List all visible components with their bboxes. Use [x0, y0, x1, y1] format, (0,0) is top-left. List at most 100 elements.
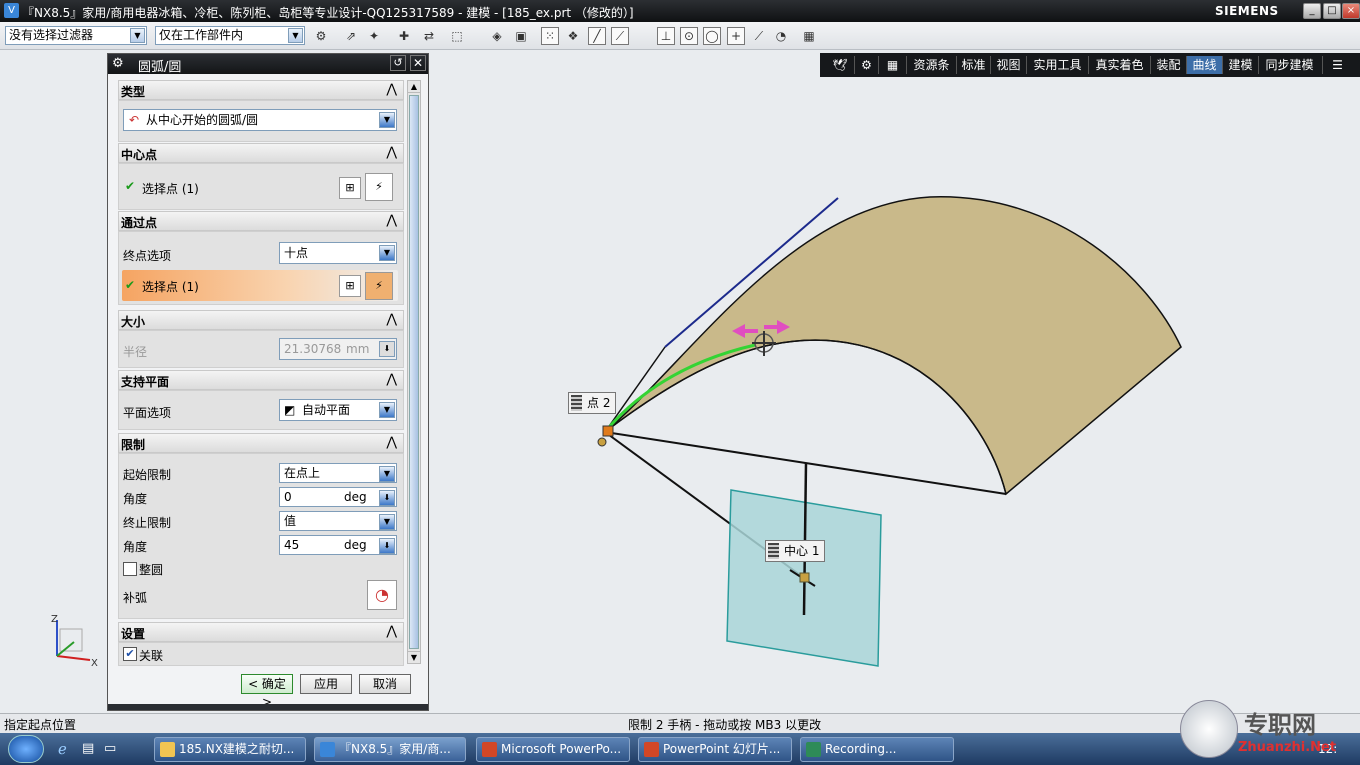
status-bar: 指定起点位置 限制 2 手柄 - 拖动或按 MB3 以更改: [0, 713, 1360, 733]
taskbar-item-powerpoint[interactable]: Microsoft PowerPo...: [476, 737, 630, 762]
full-circle-checkbox[interactable]: [123, 562, 137, 576]
apply-button[interactable]: 应用: [300, 674, 352, 694]
pattern-icon[interactable]: ❖: [564, 27, 582, 45]
midpoint-icon[interactable]: ⟋: [611, 27, 629, 45]
all-points-icon[interactable]: ⁙: [541, 27, 559, 45]
tab-sync-modeling[interactable]: 同步建模: [1258, 56, 1320, 74]
intersection-icon[interactable]: ⊥: [657, 27, 675, 45]
point-on-face-icon[interactable]: ◔: [772, 27, 790, 45]
pick-icon[interactable]: ✚: [395, 27, 413, 45]
status-text: 限制 2 手柄 - 拖动或按 MB3 以更改: [628, 718, 822, 732]
shaded-view-icon[interactable]: ◈: [488, 27, 506, 45]
tab-assembly[interactable]: 装配: [1150, 56, 1186, 74]
end-limit-select[interactable]: 值 ▼: [279, 511, 397, 531]
chevron-up-icon: ⋀: [386, 624, 397, 639]
radius-label: 半径: [123, 345, 148, 359]
surface-body[interactable]: [604, 196, 1182, 496]
start-point-marker[interactable]: [602, 425, 614, 437]
ie-icon[interactable]: ℯ: [58, 740, 67, 758]
center-point-marker[interactable]: [799, 572, 810, 583]
arc-circle-dialog: ⚙ 圆弧/圆 ↺ ✕ 类型 ⋀ ↶ 从中心开始的圆弧/圆 ▼ 中心点 ⋀ ✔ 选…: [107, 53, 429, 711]
restore-button[interactable]: □: [1323, 3, 1341, 19]
chevron-down-icon: ▼: [379, 402, 395, 418]
dialog-title-bar: ⚙ 圆弧/圆 ↺ ✕: [108, 54, 428, 75]
section-size-header[interactable]: 大小 ⋀: [118, 310, 404, 330]
chevron-down-icon: ▼: [130, 28, 145, 43]
complement-arc-icon[interactable]: ◔: [367, 580, 397, 610]
filter-icon[interactable]: ⚙: [312, 27, 330, 45]
point-inference-icon[interactable]: ⚡: [365, 272, 393, 300]
close-button[interactable]: ×: [1342, 3, 1360, 19]
close-icon[interactable]: ✕: [410, 55, 426, 71]
arc-type-select[interactable]: ↶ 从中心开始的圆弧/圆 ▼: [123, 109, 397, 131]
box-select-icon[interactable]: ⬚: [448, 27, 466, 45]
section-type-body: ↶ 从中心开始的圆弧/圆 ▼: [118, 100, 404, 142]
scope-select[interactable]: 仅在工作部件内 ▼: [155, 26, 305, 45]
deselect-icon[interactable]: ⇄: [420, 27, 438, 45]
section-through-header[interactable]: 通过点 ⋀: [118, 211, 404, 231]
grip-icon: [768, 543, 779, 559]
section-center-header[interactable]: 中心点 ⋀: [118, 143, 404, 163]
cube-icon[interactable]: ▣: [512, 27, 530, 45]
plane-option-select[interactable]: ◩ 自动平面 ▼: [279, 399, 397, 421]
arc-center-icon[interactable]: ⊙: [680, 27, 698, 45]
associative-checkbox[interactable]: ✔: [123, 647, 137, 661]
grip-icon: [571, 395, 582, 411]
point-on-curve-icon[interactable]: ⟋: [750, 27, 768, 45]
scroll-thumb[interactable]: [409, 95, 419, 649]
minimize-button[interactable]: _: [1303, 3, 1321, 19]
type-filter-select[interactable]: 没有选择过滤器 ▼: [5, 26, 147, 45]
tab-utilities[interactable]: 实用工具: [1026, 56, 1088, 74]
snap-icon[interactable]: ✦: [365, 27, 383, 45]
dialog-scrollbar[interactable]: ▲ ▼: [407, 80, 421, 664]
existing-point-icon[interactable]: +: [727, 27, 745, 45]
end-option-select[interactable]: 十点 ▼: [279, 242, 397, 264]
tab-view[interactable]: 视图: [990, 56, 1026, 74]
center-select-label[interactable]: 选择点 (1): [142, 180, 199, 197]
tab-resource-bar[interactable]: 资源条: [906, 56, 956, 74]
taskbar-item-recording[interactable]: Recording...: [800, 737, 954, 762]
start-angle-field[interactable]: 0 deg ⬇: [279, 487, 397, 507]
taskbar-item-nx[interactable]: 『NX8.5』家用/商...: [314, 737, 466, 762]
section-settings-header[interactable]: 设置 ⋀: [118, 622, 404, 642]
menu-icon[interactable]: ☰: [1322, 56, 1352, 74]
section-type-header[interactable]: 类型 ⋀: [118, 80, 404, 100]
taskbar-item-slideshow[interactable]: PowerPoint 幻灯片...: [638, 737, 792, 762]
section-plane-header[interactable]: 支持平面 ⋀: [118, 370, 404, 390]
point-dialog-icon[interactable]: ⊞: [339, 177, 361, 199]
start-button[interactable]: [8, 735, 44, 763]
tab-standard[interactable]: 标准: [956, 56, 990, 74]
through-point-select-row[interactable]: ✔ 选择点 (1) ⊞ ⚡: [122, 270, 398, 301]
point-dialog-icon[interactable]: ⊞: [339, 275, 361, 297]
section-limits-header[interactable]: 限制 ⋀: [118, 433, 404, 453]
taskbar-item-folder[interactable]: 185.NX建模之耐切...: [154, 737, 306, 762]
ok-button[interactable]: < 确定 >: [241, 674, 293, 709]
role-icon[interactable]: 🕊: [826, 56, 854, 74]
tab-curve[interactable]: 曲线: [1186, 56, 1222, 74]
desktop-icon[interactable]: ▭: [104, 741, 116, 756]
start-limit-select[interactable]: 在点上 ▼: [279, 463, 397, 483]
chevron-up-icon: ⋀: [386, 82, 397, 97]
chevron-up-icon: ⋀: [386, 213, 397, 228]
cancel-button[interactable]: 取消: [359, 674, 411, 694]
radius-field[interactable]: 21.30768 mm ⬇: [279, 338, 397, 360]
point-inference-icon[interactable]: ⚡: [365, 173, 393, 201]
scroll-up-icon[interactable]: ▲: [408, 81, 420, 93]
end-limit-label: 终止限制: [123, 516, 172, 530]
watermark-logo-icon: [1180, 700, 1238, 758]
grid-icon[interactable]: ▦: [800, 27, 818, 45]
grid-icon[interactable]: ▦: [878, 56, 906, 74]
gear-icon[interactable]: ⚙: [112, 56, 124, 71]
end-angle-field[interactable]: 45 deg ⬇: [279, 535, 397, 555]
tab-modeling[interactable]: 建模: [1222, 56, 1258, 74]
explorer-icon[interactable]: ▤: [82, 741, 94, 756]
reset-icon[interactable]: ↺: [390, 55, 406, 71]
endpoint-icon[interactable]: ╱: [588, 27, 606, 45]
quadrant-icon[interactable]: ◯: [703, 27, 721, 45]
cursor-icon[interactable]: ⇗: [342, 27, 360, 45]
settings-gear-icon[interactable]: ⚙: [854, 56, 878, 74]
tab-true-shading[interactable]: 真实着色: [1088, 56, 1150, 74]
section-settings-body: ✔ 关联: [118, 642, 404, 666]
chevron-down-icon: ▼: [288, 28, 303, 43]
scroll-down-icon[interactable]: ▼: [408, 651, 420, 663]
